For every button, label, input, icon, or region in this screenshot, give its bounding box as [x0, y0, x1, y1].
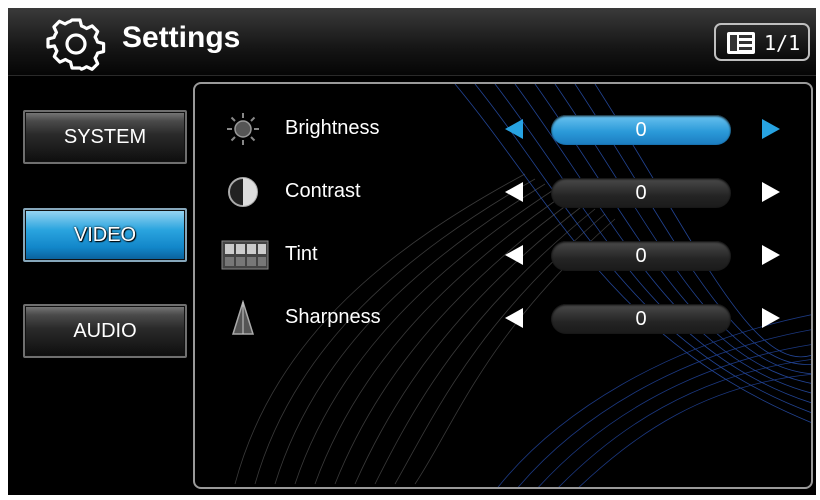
contrast-value: 0: [551, 178, 731, 208]
sharpness-increase-button[interactable]: [762, 308, 780, 328]
sharpness-decrease-button[interactable]: [505, 308, 523, 328]
brightness-label: Brightness: [285, 117, 380, 139]
sidebar-item-video[interactable]: VIDEO: [23, 208, 187, 262]
page-title: Settings: [122, 21, 241, 54]
video-settings-panel: Brightness 0 Contrast 0 Tint 0 Sharpness…: [193, 82, 813, 489]
contrast-decrease-button[interactable]: [505, 182, 523, 202]
settings-screen: Settings 1/1 SYSTEM VIDEO AUDIO Brightne…: [8, 8, 816, 495]
contrast-increase-button[interactable]: [762, 182, 780, 202]
tint-icon: [221, 240, 269, 270]
tint-label: Tint: [285, 243, 318, 265]
tint-increase-button[interactable]: [762, 245, 780, 265]
contrast-label: Contrast: [285, 180, 361, 202]
title-bar: Settings 1/1: [8, 8, 816, 76]
brightness-decrease-button[interactable]: [505, 119, 523, 139]
gear-icon: [46, 18, 106, 71]
sun-icon: [227, 113, 259, 145]
sharpness-icon: [231, 300, 255, 335]
brightness-row: Brightness 0: [195, 109, 811, 149]
tint-decrease-button[interactable]: [505, 245, 523, 265]
page-number: 1/1: [764, 31, 801, 55]
contrast-icon: [228, 177, 258, 207]
sharpness-row: Sharpness 0: [195, 298, 811, 338]
contrast-row: Contrast 0: [195, 172, 811, 212]
tint-row: Tint 0: [195, 235, 811, 275]
sharpness-value: 0: [551, 304, 731, 334]
sidebar-item-system[interactable]: SYSTEM: [23, 110, 187, 164]
sharpness-label: Sharpness: [285, 306, 381, 328]
brightness-increase-button[interactable]: [762, 119, 780, 139]
sidebar-item-audio[interactable]: AUDIO: [23, 304, 187, 358]
page-indicator-button[interactable]: 1/1: [714, 23, 810, 61]
list-page-icon: [727, 32, 755, 54]
tint-value: 0: [551, 241, 731, 271]
brightness-value: 0: [551, 115, 731, 145]
